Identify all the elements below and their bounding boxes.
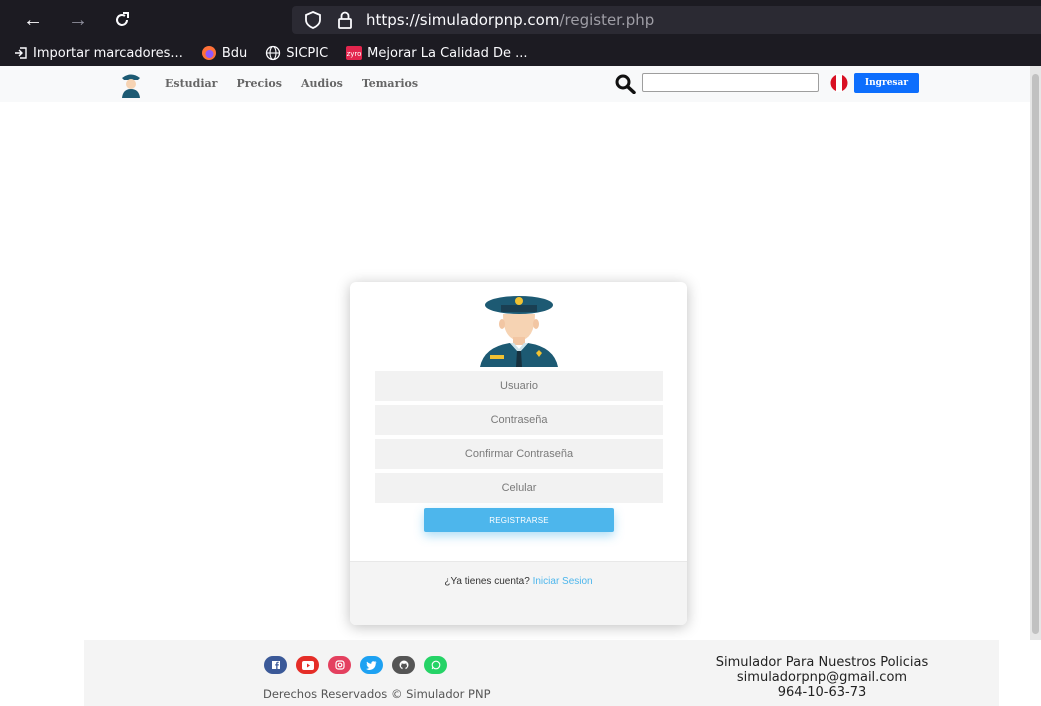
footer-email[interactable]: simuladorpnp@gmail.com [677, 670, 967, 685]
scrollbar[interactable] [1030, 66, 1041, 640]
footer-phone: 964-10-63-73 [777, 685, 867, 700]
contact-info: Simulador Para Nuestros Policias simulad… [677, 655, 967, 700]
import-icon [14, 46, 28, 60]
instagram-icon[interactable] [328, 656, 351, 674]
footer-title: Simulador Para Nuestros Policias [715, 655, 929, 670]
bookmark-label: Mejorar La Calidad De ... [367, 45, 528, 61]
search-icon[interactable] [615, 74, 637, 95]
bookmark-sicpic[interactable]: SICPIC [265, 45, 328, 61]
card-footer: ¿Ya tienes cuenta? Iniciar Sesion [350, 561, 687, 625]
reload-icon[interactable] [108, 8, 136, 32]
page-footer: Derechos Reservados © Simulador PNP Simu… [84, 640, 999, 706]
twitter-icon[interactable] [360, 656, 383, 674]
site-logo[interactable] [119, 70, 143, 98]
zyro-icon: zyro [346, 46, 363, 60]
phone-input[interactable] [375, 473, 663, 503]
nav-precios[interactable]: Precios [236, 77, 281, 90]
login-link[interactable]: Iniciar Sesion [533, 576, 593, 587]
bookmarks-bar: Importar marcadores... Bdu SICPIC zyro M… [0, 41, 1041, 65]
nav-audios[interactable]: Audios [301, 77, 343, 90]
browser-toolbar: ← → https://simuladorpnp.com/register.ph… [0, 0, 1041, 66]
login-prompt: ¿Ya tienes cuenta? Iniciar Sesion [350, 576, 687, 587]
peru-flag-icon[interactable] [828, 74, 850, 92]
confirm-password-input[interactable] [375, 439, 663, 469]
youtube-icon[interactable] [296, 656, 319, 674]
have-account-text: ¿Ya tienes cuenta? [444, 576, 530, 587]
shield-icon[interactable] [302, 9, 324, 31]
bookmark-zyro[interactable]: zyro Mejorar La Calidad De ... [346, 45, 528, 61]
login-button[interactable]: Ingresar [854, 73, 919, 93]
social-links [264, 656, 456, 674]
forward-icon[interactable]: → [64, 8, 92, 32]
url-text: https://simuladorpnp.com/register.php [366, 11, 654, 29]
username-input[interactable] [375, 371, 663, 401]
url-path: /register.php [559, 11, 655, 29]
bookmark-bdu[interactable]: Bdu [201, 45, 247, 61]
search-input[interactable] [642, 73, 819, 92]
globe-icon [265, 45, 281, 61]
bookmark-label: SICPIC [286, 45, 329, 61]
scrollbar-thumb[interactable] [1032, 74, 1039, 634]
bookmark-import[interactable]: Importar marcadores... [14, 46, 183, 61]
password-input[interactable] [375, 405, 663, 435]
register-button[interactable]: REGISTRARSE [424, 508, 614, 532]
back-icon[interactable]: ← [19, 8, 47, 32]
main-nav: Estudiar Precios Audios Temarios [165, 77, 437, 90]
copyright-text: Derechos Reservados © Simulador PNP [263, 687, 491, 701]
facebook-icon[interactable] [264, 656, 287, 674]
police-avatar-icon [476, 289, 562, 367]
lock-icon[interactable] [334, 9, 356, 31]
address-bar[interactable]: https://simuladorpnp.com/register.php [292, 6, 1041, 34]
bookmark-label: Importar marcadores... [33, 45, 183, 61]
github-icon[interactable] [392, 656, 415, 674]
whatsapp-icon[interactable] [424, 656, 447, 674]
nav-estudiar[interactable]: Estudiar [165, 77, 217, 90]
nav-temarios[interactable]: Temarios [362, 77, 418, 90]
bookmark-label: Bdu [221, 45, 248, 61]
svg-text:zyro: zyro [347, 50, 362, 58]
firefox-icon [201, 45, 217, 61]
url-host: https://simuladorpnp.com [366, 11, 560, 29]
register-card: REGISTRARSE ¿Ya tienes cuenta? Iniciar S… [350, 282, 687, 625]
